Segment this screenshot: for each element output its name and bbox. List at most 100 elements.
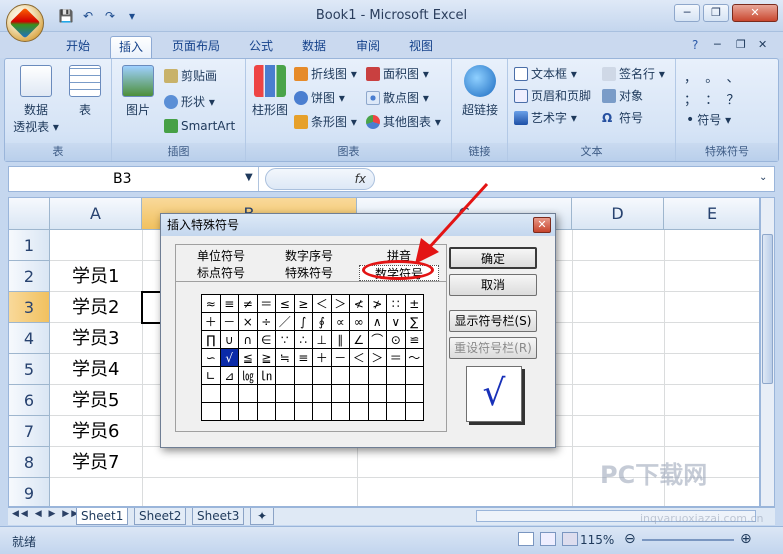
other-charts-button[interactable]: 其他图表 ▾ (366, 113, 441, 130)
tab-punctuation[interactable]: 标点符号 (181, 265, 261, 281)
column-header-d[interactable]: D (572, 198, 664, 230)
scroll-thumb[interactable] (762, 234, 773, 384)
ok-button[interactable]: 确定 (449, 247, 537, 269)
symbol-cell[interactable]: ∽ (201, 348, 221, 367)
symbol-cell[interactable]: ∟ (201, 366, 221, 385)
symbol-cell[interactable] (238, 384, 258, 403)
bar-chart-button[interactable]: 条形图 ▾ (294, 113, 357, 130)
row-header-2[interactable]: 2 (9, 261, 50, 292)
tab-review[interactable]: 审阅 (348, 36, 388, 58)
row-header-8[interactable]: 8 (9, 447, 50, 478)
symbol-cell[interactable] (404, 402, 424, 421)
scatter-chart-button[interactable]: 散点图 ▾ (366, 89, 429, 106)
line-chart-button[interactable]: 折线图 ▾ (294, 65, 357, 82)
symbol-cell[interactable] (349, 402, 369, 421)
symbol-cell[interactable]: ÷ (256, 312, 276, 331)
symbol-cell[interactable] (349, 384, 369, 403)
column-header-e[interactable]: E (664, 198, 759, 230)
symbol-cell[interactable] (293, 384, 313, 403)
maximize-button[interactable]: ❐ (703, 4, 729, 22)
tab-unit-symbols[interactable]: 单位符号 (181, 248, 261, 264)
inner-restore-button[interactable]: ❐ (736, 38, 746, 51)
symbol-cell[interactable]: ＜ (349, 348, 369, 367)
symbol-cell[interactable]: ≡ (219, 294, 239, 313)
symbol-cell[interactable] (367, 366, 387, 385)
hyperlink-button[interactable]: 超链接 (456, 65, 504, 118)
cell-a2[interactable]: 学员1 (50, 261, 142, 292)
zoom-slider[interactable] (642, 539, 734, 541)
clipart-button[interactable]: 剪贴画 (164, 67, 217, 84)
row-header-3[interactable]: 3 (9, 292, 50, 323)
symbol-cell[interactable]: ∧ (367, 312, 387, 331)
symbol-cell[interactable]: ～ (404, 348, 424, 367)
office-button[interactable] (6, 4, 44, 42)
area-chart-button[interactable]: 面积图 ▾ (366, 65, 429, 82)
symbol-cell[interactable]: － (330, 348, 350, 367)
cell-a7[interactable]: 学员6 (50, 416, 142, 447)
wordart-button[interactable]: 艺术字 ▾ (514, 109, 577, 126)
object-button[interactable]: 对象 (602, 87, 643, 104)
cell-a3[interactable]: 学员2 (50, 292, 142, 323)
symbol-cell[interactable] (256, 384, 276, 403)
tab-special-symbols[interactable]: 特殊符号 (269, 265, 349, 281)
symbol-cell[interactable]: ≈ (201, 294, 221, 313)
symbol-cell[interactable]: ∮ (312, 312, 332, 331)
symbol-cell[interactable]: ㏒ (238, 366, 258, 385)
symbol-cell[interactable] (404, 366, 424, 385)
name-box[interactable]: B3 (9, 167, 259, 191)
header-footer-button[interactable]: 页眉和页脚 (514, 87, 591, 104)
symbol-cell[interactable]: ∏ (201, 330, 221, 349)
symbol-cell[interactable]: ≡ (293, 348, 313, 367)
symbol-cell[interactable]: ∑ (404, 312, 424, 331)
symbol-cell[interactable]: ≒ (275, 348, 295, 367)
insert-sheet-icon[interactable]: ✦ (250, 508, 274, 525)
symbol-cell[interactable] (386, 384, 406, 403)
symbol-cell[interactable] (219, 384, 239, 403)
cancel-button[interactable]: 取消 (449, 274, 537, 296)
sheet-tab-3[interactable]: Sheet3 (192, 508, 245, 525)
select-all-corner[interactable] (9, 198, 50, 230)
symbol-cell[interactable] (330, 366, 350, 385)
symbol-cell[interactable]: ＞ (367, 348, 387, 367)
symbol-cell[interactable]: ⌒ (367, 330, 387, 349)
special-symbols-row1[interactable]: ， 。 、 (684, 67, 740, 86)
symbol-cell[interactable]: ≤ (275, 294, 295, 313)
symbol-cell[interactable] (293, 366, 313, 385)
picture-button[interactable]: 图片 (118, 65, 158, 118)
vertical-scrollbar[interactable] (760, 197, 775, 507)
row-header-5[interactable]: 5 (9, 354, 50, 385)
symbol-cell[interactable]: ≌ (404, 330, 424, 349)
symbol-cell[interactable] (219, 402, 239, 421)
symbol-cell[interactable] (256, 402, 276, 421)
sheet-tab-1[interactable]: Sheet1 (76, 508, 129, 525)
pivot-table-button[interactable]: 数据 透视表 ▾ (11, 65, 61, 135)
symbol-cell[interactable] (201, 384, 221, 403)
symbol-cell[interactable]: ≧ (256, 348, 276, 367)
symbol-cell[interactable]: ≦ (238, 348, 258, 367)
pie-chart-button[interactable]: 饼图 ▾ (294, 89, 345, 106)
symbol-cell[interactable]: ＋ (201, 312, 221, 331)
row-header-4[interactable]: 4 (9, 323, 50, 354)
symbol-cell[interactable]: ∴ (293, 330, 313, 349)
textbox-button[interactable]: 文本框 ▾ (514, 65, 577, 82)
row-header-1[interactable]: 1 (9, 230, 50, 261)
column-chart-button[interactable]: 柱形图 (250, 65, 290, 118)
minimize-button[interactable]: ─ (674, 4, 700, 22)
zoom-in-icon[interactable]: ⊕ (740, 531, 752, 547)
symbol-cell[interactable]: √ (219, 348, 239, 367)
inner-minimize-button[interactable]: ─ (714, 38, 721, 51)
symbol-cell[interactable] (404, 384, 424, 403)
column-header-a[interactable]: A (50, 198, 142, 230)
special-symbol-dropdown[interactable]: • 符号 ▾ (686, 111, 731, 128)
tab-page-layout[interactable]: 页面布局 (164, 36, 228, 58)
symbol-cell[interactable]: ± (404, 294, 424, 313)
symbol-cell[interactable]: ≯ (367, 294, 387, 313)
symbol-grid[interactable]: ≈ ≡ ≠ ＝ ≤ ≥ ＜＞ ≮ ≯ ∷ ± ＋－ × ÷ ／ ∫ ∮ ∝ ∞ ∧ ∨ ∑ ∏ ∪ ∩ ∈ ∵ ∴ ⊥ ∥ ∠ ⌒ ⊙ ≌ ∽ √ ≦ ≧… (201, 294, 424, 421)
smartart-button[interactable]: SmartArt (164, 119, 235, 133)
symbol-cell[interactable] (386, 366, 406, 385)
normal-view-icon[interactable] (518, 532, 534, 546)
cell-a8[interactable]: 学员7 (50, 447, 142, 478)
tab-formulas[interactable]: 公式 (241, 36, 281, 58)
zoom-out-icon[interactable]: ⊖ (624, 531, 636, 547)
row-header-6[interactable]: 6 (9, 385, 50, 416)
